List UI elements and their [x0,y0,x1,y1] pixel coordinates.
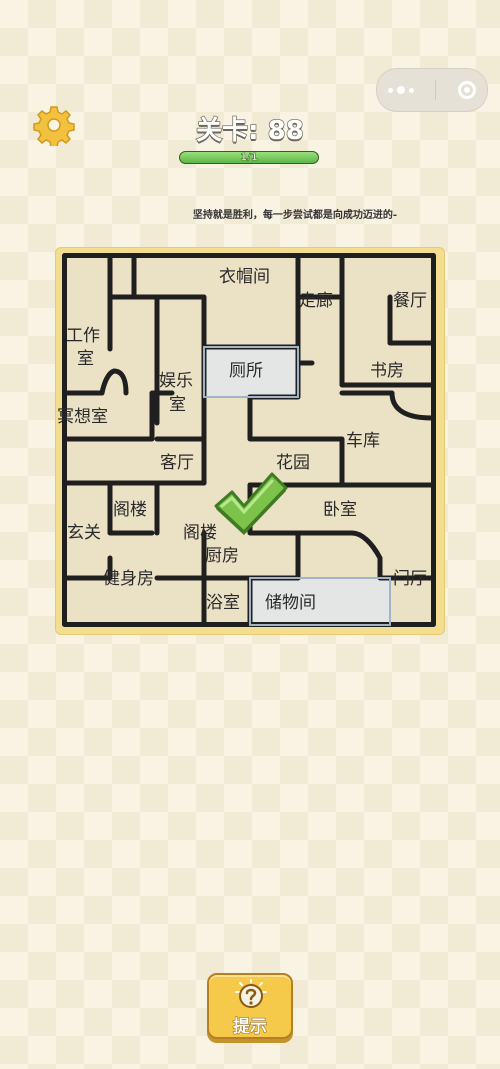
room-label-cloakroom: 衣帽间 [219,267,270,287]
room-label-entertainment-2: 室 [169,395,186,415]
room-label-entertainment-1: 娱乐 [159,371,193,391]
room-label-meditation: 冥想室 [57,407,108,427]
tip-text: 坚持就是胜利，每一步尝试都是向成功迈进的- [192,210,398,221]
room-label-gym: 健身房 [103,569,154,589]
room-label-storage: 储物间 [265,593,316,613]
room-label-kitchen: 厨房 [205,546,239,566]
room-label-toilet: 厕所 [229,361,263,381]
room-label-attic-1: 阁楼 [113,500,147,520]
room-label-corridor: 走廊 [299,291,333,311]
progress-text: 1/1 [240,152,258,164]
room-label-garage: 车库 [346,431,380,451]
hint-button[interactable]: 提示 [207,973,293,1039]
room-label-bathroom: 浴室 [206,593,240,613]
room-label-work-1: 工作 [66,326,100,346]
gear-icon[interactable] [33,104,75,146]
capsule-divider [435,80,437,100]
capsule-menu [376,68,488,112]
room-label-dining: 餐厅 [393,291,427,311]
room-label-work-2: 室 [77,349,94,369]
room-label-foyer: 玄关 [67,523,101,543]
room-label-door-hall: 门厅 [393,569,427,589]
more-dots-icon[interactable] [387,86,414,94]
target-icon[interactable] [458,81,477,99]
checkmark-icon [214,472,288,535]
room-label-bedroom: 卧室 [323,500,357,520]
hint-button-label: 提示 [233,1017,268,1038]
level-title: 关卡: 88 [195,115,304,147]
room-label-living: 客厅 [160,453,194,473]
question-bulb-icon [235,979,267,1008]
room-label-study: 书房 [370,361,404,381]
